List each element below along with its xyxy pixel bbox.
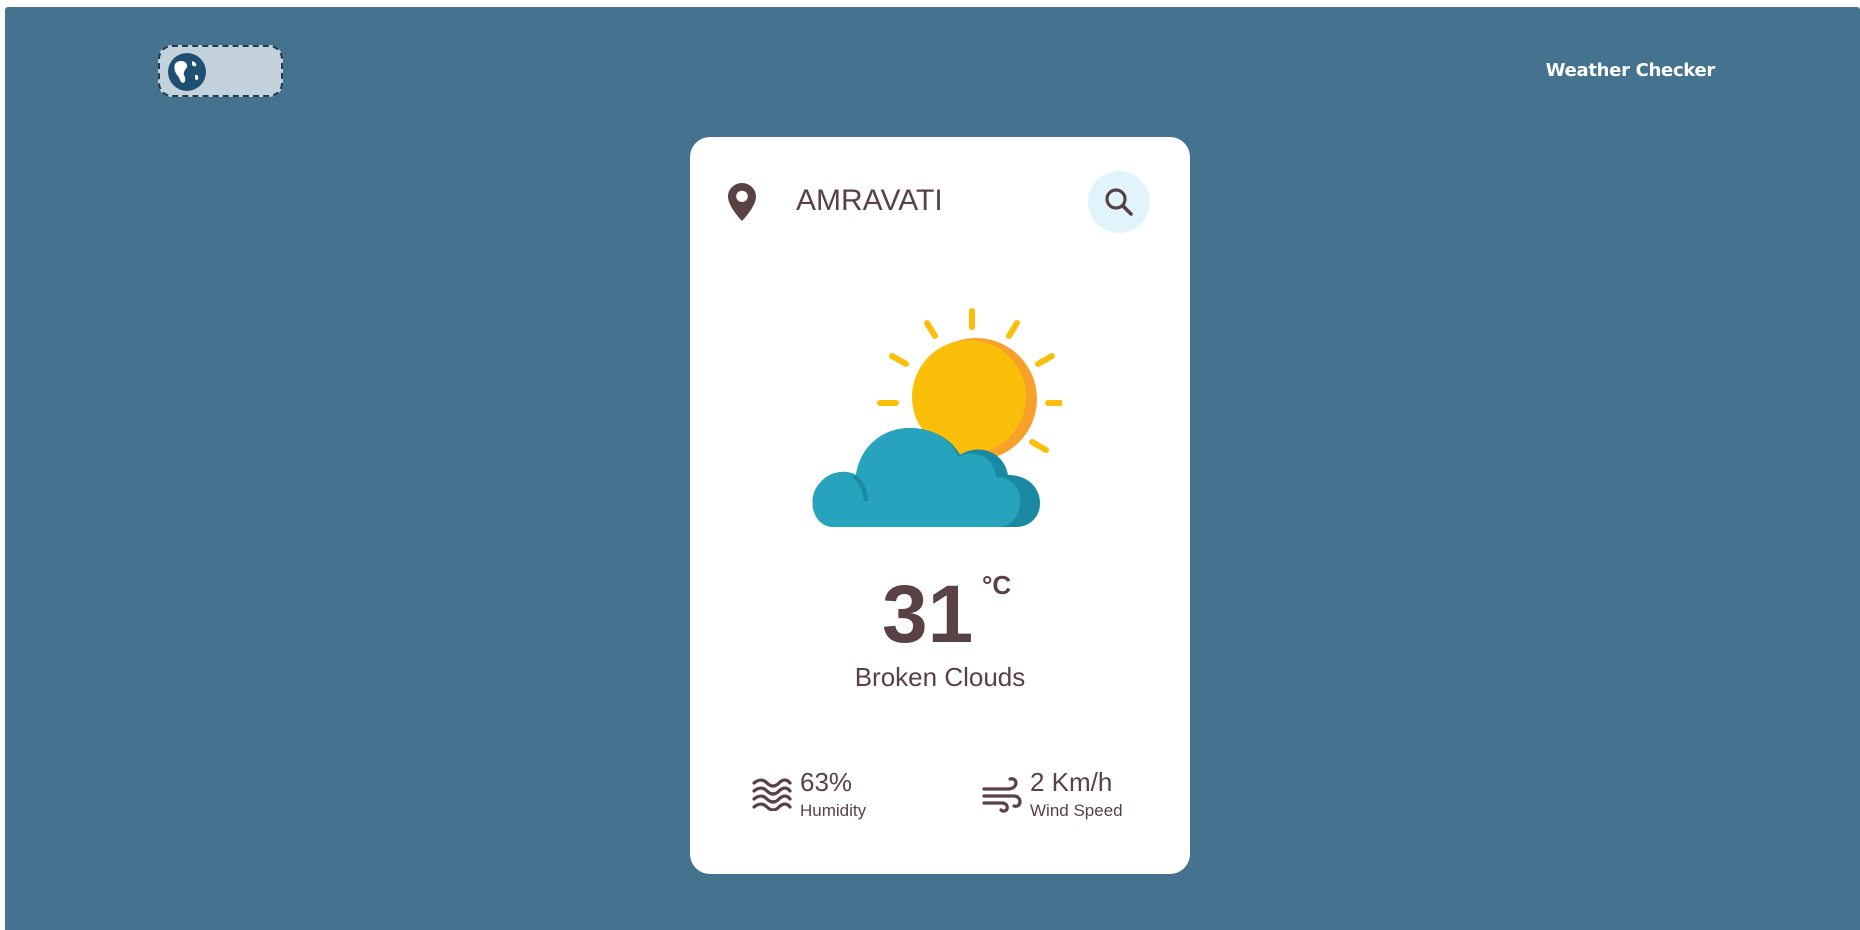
globe-icon — [168, 53, 206, 91]
weather-description: Broken Clouds — [854, 662, 1026, 692]
humidity-label: Humidity — [800, 801, 867, 820]
weather-card: 31 °C Broken Clouds 63% Humidity — [690, 137, 1190, 874]
city-search-input[interactable] — [796, 179, 1076, 223]
search-button[interactable] — [1088, 171, 1150, 233]
waves-icon — [752, 778, 792, 811]
temperature-value: 31 — [882, 569, 974, 660]
search-icon — [1105, 188, 1133, 216]
temperature-unit: °C — [982, 570, 1012, 600]
wind-icon — [982, 777, 1022, 813]
app-title: Weather Checker — [1545, 60, 1716, 81]
sun-behind-cloud-icon — [812, 308, 1062, 527]
humidity-value: 63% — [800, 767, 853, 797]
map-pin-icon — [728, 183, 756, 221]
app-background: Weather Checker AMRAVATI 31 °C Broken Cl… — [5, 7, 1860, 930]
wind-speed-value: 2 Km/h — [1030, 767, 1113, 797]
temperature-display: 31 °C — [690, 570, 1190, 660]
logo-button[interactable] — [158, 45, 283, 97]
wind-speed-label: Wind Speed — [1030, 801, 1123, 820]
